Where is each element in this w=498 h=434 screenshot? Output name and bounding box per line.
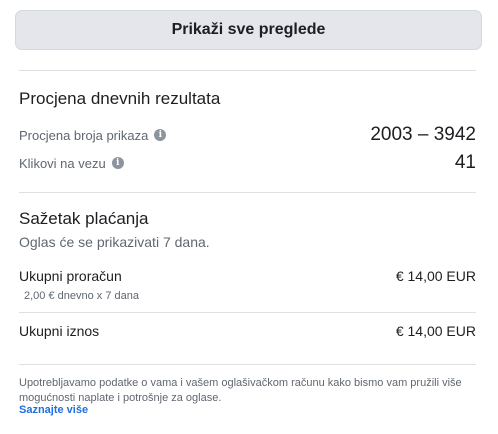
show-all-previews-button[interactable]: Prikaži sve preglede bbox=[15, 10, 482, 50]
divider bbox=[19, 364, 476, 365]
total-budget-value: € 14,00 EUR bbox=[395, 268, 476, 284]
link-clicks-label: Klikovi na vezu bbox=[19, 155, 106, 171]
budget-detail: 2,00 € dnevno x 7 dana bbox=[24, 290, 139, 302]
total-budget-row: Ukupni proračun € 14,00 EUR bbox=[19, 268, 476, 284]
link-clicks-row: Klikovi na vezu i 41 bbox=[19, 152, 476, 174]
divider bbox=[19, 70, 476, 71]
impressions-label: Procjena broja prikaza bbox=[19, 127, 149, 143]
info-icon[interactable]: i bbox=[154, 129, 167, 141]
impressions-estimate-row: Procjena broja prikaza i 2003 – 3942 bbox=[19, 124, 476, 146]
impressions-value: 2003 – 3942 bbox=[370, 124, 476, 145]
learn-more-link[interactable]: Saznajte više bbox=[19, 404, 88, 416]
data-usage-notice: Upotrebljavamo podatke o vama i vašem og… bbox=[19, 377, 462, 404]
total-amount-value: € 14,00 EUR bbox=[395, 323, 476, 339]
total-amount-label: Ukupni iznos bbox=[19, 323, 100, 339]
link-clicks-value: 41 bbox=[454, 152, 476, 173]
total-budget-label: Ukupni proračun bbox=[19, 268, 122, 284]
info-icon[interactable]: i bbox=[111, 157, 124, 169]
payment-summary-title: Sažetak plaćanja bbox=[19, 209, 149, 228]
divider bbox=[19, 312, 476, 313]
duration-text: Oglas će se prikazivati 7 dana. bbox=[19, 234, 210, 250]
daily-results-title: Procjena dnevnih rezultata bbox=[19, 89, 221, 108]
divider bbox=[19, 192, 476, 193]
total-amount-row: Ukupni iznos € 14,00 EUR bbox=[19, 323, 476, 339]
